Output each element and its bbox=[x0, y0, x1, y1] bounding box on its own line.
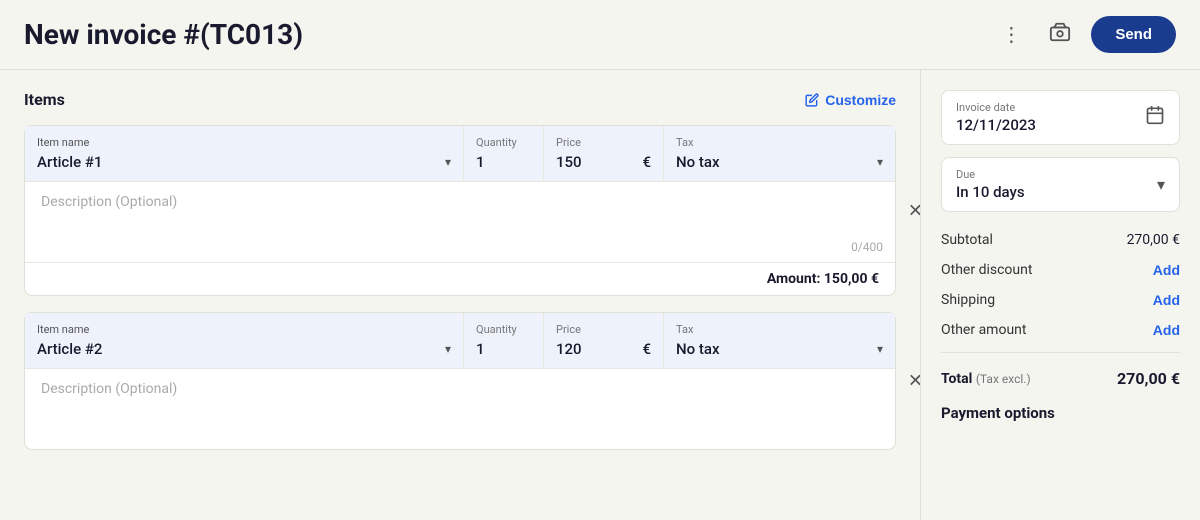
item-2-name-label: Item name bbox=[37, 323, 451, 336]
item-2-quantity-label: Quantity bbox=[476, 323, 531, 336]
main-layout: Items Customize Item name Article #1 ▾ bbox=[0, 70, 1200, 520]
right-panel: Invoice date 12/11/2023 Due In 10 days ▾ bbox=[920, 70, 1200, 520]
total-label-text: Total bbox=[941, 371, 972, 387]
item-1-tax-value: No tax bbox=[676, 153, 720, 171]
total-value: 270,00 € bbox=[1117, 369, 1180, 388]
item-1-name-label: Item name bbox=[37, 136, 451, 149]
items-section-header: Items Customize bbox=[24, 90, 896, 109]
item-1-price-field[interactable]: Price 150 € bbox=[544, 126, 664, 181]
item-1-tax-field[interactable]: Tax No tax ▾ bbox=[664, 126, 895, 181]
item-2-tax-field[interactable]: Tax No tax ▾ bbox=[664, 313, 895, 368]
invoice-date-content: Invoice date 12/11/2023 bbox=[956, 101, 1036, 134]
due-field[interactable]: Due In 10 days ▾ bbox=[941, 157, 1180, 212]
total-divider bbox=[941, 352, 1180, 353]
item-1-name-inner: Article #1 ▾ bbox=[37, 153, 451, 171]
payment-options-title: Payment options bbox=[941, 404, 1180, 422]
item-2-tax-inner: No tax ▾ bbox=[676, 340, 883, 358]
item-1-price-currency: € bbox=[642, 153, 651, 171]
item-1-price-inner: 150 € bbox=[556, 153, 651, 171]
item-1-description-placeholder: Description (Optional) bbox=[41, 194, 177, 210]
shipping-row: Shipping Add bbox=[941, 292, 1180, 308]
item-1-description-area[interactable]: Description (Optional) 0/400 bbox=[25, 182, 895, 262]
item-1-quantity-field[interactable]: Quantity 1 bbox=[464, 126, 544, 181]
send-button[interactable]: Send bbox=[1091, 16, 1176, 53]
left-panel: Items Customize Item name Article #1 ▾ bbox=[0, 70, 920, 520]
more-options-button[interactable]: ⋮ bbox=[993, 18, 1029, 51]
item-1-name-field[interactable]: Item name Article #1 ▾ bbox=[25, 126, 464, 181]
item-1-price-value: 150 bbox=[556, 153, 582, 171]
item-card-2: Item name Article #2 ▾ Quantity 1 Price … bbox=[24, 312, 896, 450]
item-1-quantity-value: 1 bbox=[476, 153, 531, 171]
invoice-date-value: 12/11/2023 bbox=[956, 116, 1036, 134]
item-2-price-currency: € bbox=[642, 340, 651, 358]
due-chevron-icon: ▾ bbox=[1157, 175, 1165, 194]
item-1-row: Item name Article #1 ▾ Quantity 1 Price … bbox=[25, 126, 895, 182]
item-1-close-button[interactable]: ✕ bbox=[908, 200, 920, 221]
item-2-tax-value: No tax bbox=[676, 340, 720, 358]
item-2-price-value: 120 bbox=[556, 340, 582, 358]
other-amount-add-button[interactable]: Add bbox=[1153, 322, 1180, 338]
item-2-price-inner: 120 € bbox=[556, 340, 651, 358]
camera-icon-button[interactable] bbox=[1041, 17, 1079, 53]
item-2-price-label: Price bbox=[556, 323, 651, 336]
subtotal-label: Subtotal bbox=[941, 232, 993, 248]
shipping-label: Shipping bbox=[941, 292, 995, 308]
other-discount-label: Other discount bbox=[941, 262, 1032, 278]
customize-label: Customize bbox=[825, 92, 896, 108]
subtotal-value: 270,00 € bbox=[1127, 232, 1180, 248]
items-section-title: Items bbox=[24, 90, 65, 109]
page-header: New invoice #(TC013) ⋮ Send bbox=[0, 0, 1200, 70]
item-1-name-chevron: ▾ bbox=[445, 155, 451, 169]
item-2-price-field[interactable]: Price 120 € bbox=[544, 313, 664, 368]
shipping-add-button[interactable]: Add bbox=[1153, 292, 1180, 308]
item-2-close-button[interactable]: ✕ bbox=[908, 371, 920, 392]
item-1-tax-chevron: ▾ bbox=[877, 155, 883, 169]
due-value: In 10 days bbox=[956, 183, 1025, 201]
other-discount-add-button[interactable]: Add bbox=[1153, 262, 1180, 278]
item-1-char-count: 0/400 bbox=[851, 240, 883, 254]
item-2-description-area[interactable]: Description (Optional) bbox=[25, 369, 895, 449]
item-2-row: Item name Article #2 ▾ Quantity 1 Price … bbox=[25, 313, 895, 369]
item-2-name-chevron: ▾ bbox=[445, 342, 451, 356]
customize-button[interactable]: Customize bbox=[805, 92, 896, 108]
invoice-date-label: Invoice date bbox=[956, 101, 1036, 114]
header-actions: ⋮ Send bbox=[993, 16, 1176, 53]
due-label: Due bbox=[956, 168, 1025, 181]
total-row: Total (Tax excl.) 270,00 € bbox=[941, 365, 1180, 388]
item-1-amount-value: Amount: 150,00 € bbox=[767, 271, 879, 287]
item-2-tax-label: Tax bbox=[676, 323, 883, 336]
item-2-description-placeholder: Description (Optional) bbox=[41, 381, 177, 397]
item-1-amount-row: Amount: 150,00 € bbox=[25, 262, 895, 295]
other-amount-row: Other amount Add bbox=[941, 322, 1180, 338]
other-amount-label: Other amount bbox=[941, 322, 1026, 338]
item-1-price-label: Price bbox=[556, 136, 651, 149]
item-2-quantity-value: 1 bbox=[476, 340, 531, 358]
item-2-name-inner: Article #2 ▾ bbox=[37, 340, 451, 358]
calendar-icon bbox=[1145, 105, 1165, 130]
subtotal-row: Subtotal 270,00 € bbox=[941, 232, 1180, 248]
invoice-date-field[interactable]: Invoice date 12/11/2023 bbox=[941, 90, 1180, 145]
item-1-tax-inner: No tax ▾ bbox=[676, 153, 883, 171]
item-2-name-value: Article #2 bbox=[37, 340, 102, 358]
item-2-quantity-field[interactable]: Quantity 1 bbox=[464, 313, 544, 368]
item-2-name-field[interactable]: Item name Article #2 ▾ bbox=[25, 313, 464, 368]
total-label: Total (Tax excl.) bbox=[941, 371, 1031, 387]
item-1-tax-label: Tax bbox=[676, 136, 883, 149]
item-2-tax-chevron: ▾ bbox=[877, 342, 883, 356]
item-1-name-value: Article #1 bbox=[37, 153, 102, 171]
item-card-1: Item name Article #1 ▾ Quantity 1 Price … bbox=[24, 125, 896, 296]
item-1-quantity-label: Quantity bbox=[476, 136, 531, 149]
other-discount-row: Other discount Add bbox=[941, 262, 1180, 278]
edit-icon bbox=[805, 93, 819, 107]
page-title: New invoice #(TC013) bbox=[24, 18, 303, 51]
total-tax-label: (Tax excl.) bbox=[976, 372, 1031, 386]
due-content: Due In 10 days bbox=[956, 168, 1025, 201]
